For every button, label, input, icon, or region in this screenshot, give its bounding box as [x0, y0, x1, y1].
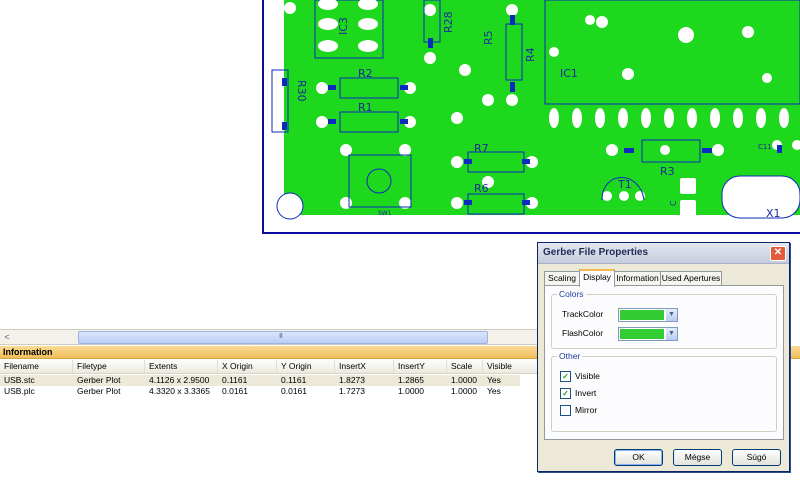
table-header-row: Filename Filetype Extents X Origin Y Ori… — [0, 360, 540, 374]
tab-display[interactable]: Display — [579, 269, 615, 287]
label-sw1: SW1 — [378, 210, 392, 217]
invert-label: Invert — [575, 388, 597, 398]
col-insert-y[interactable]: InsertY — [394, 360, 447, 373]
label-r7: R7 — [474, 142, 489, 155]
cell-insert-y: 1.2865 — [398, 375, 424, 385]
close-icon[interactable]: ✕ — [770, 246, 786, 261]
table-row[interactable]: USB.plc Gerber Plot 4.3320 x 3.3365 0.01… — [0, 386, 520, 397]
track-color-select[interactable]: ▼ — [618, 308, 678, 322]
help-button[interactable]: Súgó — [732, 449, 781, 466]
label-r28: R28 — [442, 11, 455, 33]
cell-x-origin: 0.0161 — [222, 386, 248, 396]
label-r4: R4 — [524, 47, 537, 62]
mirror-label: Mirror — [575, 405, 598, 415]
label-c: C — [669, 200, 678, 206]
cell-insert-x: 1.8273 — [339, 375, 365, 385]
label-r3: R3 — [660, 165, 675, 178]
col-extents[interactable]: Extents — [145, 360, 218, 373]
chevron-down-icon[interactable]: ▼ — [666, 328, 677, 340]
col-y-origin[interactable]: Y Origin — [277, 360, 335, 373]
cell-extents: 4.1126 x 2.9500 — [149, 375, 210, 385]
label-x1: X1 — [766, 207, 781, 220]
col-insert-x[interactable]: InsertX — [335, 360, 394, 373]
flash-color-label: FlashColor — [562, 328, 604, 338]
mirror-checkbox[interactable] — [560, 405, 571, 416]
cell-y-origin: 0.1161 — [281, 375, 307, 385]
colors-group: Colors TrackColor ▼ FlashColor ▼ — [551, 289, 777, 349]
cell-y-origin: 0.0161 — [281, 386, 307, 396]
cell-filename: USB.stc — [4, 375, 35, 385]
cancel-button[interactable]: Mégse — [673, 449, 722, 466]
label-ic1: IC1 — [560, 67, 578, 80]
pcb-canvas[interactable]: IC3 R28 R5 R4 IC1 R30 R2 R1 R7 R6 R3 T1 … — [262, 0, 800, 236]
label-r5: R5 — [482, 30, 495, 45]
label-r30: R30 — [295, 80, 308, 102]
pcb-drawing: IC3 R28 R5 R4 IC1 R30 R2 R1 R7 R6 R3 T1 … — [262, 0, 800, 234]
label-r1: R1 — [358, 101, 373, 114]
col-visible[interactable]: Visible — [483, 360, 540, 373]
col-filename[interactable]: Filename — [0, 360, 73, 373]
display-tab-panel: Colors TrackColor ▼ FlashColor ▼ Other ✓… — [544, 285, 784, 440]
cell-scale: 1.0000 — [451, 375, 477, 385]
visible-label: Visible — [575, 371, 600, 381]
cell-filetype: Gerber Plot — [77, 375, 121, 385]
tab-scaling[interactable]: Scaling — [544, 271, 580, 285]
track-color-label: TrackColor — [562, 309, 604, 319]
cell-insert-y: 1.0000 — [398, 386, 424, 396]
gerber-file-properties-dialog: Gerber File Properties ✕ Scaling Display… — [537, 242, 790, 472]
label-ic3: IC3 — [337, 17, 350, 35]
other-group: Other ✓ Visible ✓ Invert Mirror — [551, 351, 777, 432]
colors-group-label: Colors — [557, 289, 586, 299]
tab-information[interactable]: Information — [614, 271, 661, 285]
cell-insert-x: 1.7273 — [339, 386, 365, 396]
chevron-down-icon[interactable]: ▼ — [666, 309, 677, 321]
label-r2: R2 — [358, 67, 373, 80]
tab-used-apertures[interactable]: Used Apertures — [660, 271, 722, 285]
scroll-left-arrow[interactable]: < — [0, 330, 14, 344]
cell-filename: USB.plc — [4, 386, 35, 396]
table-row[interactable]: USB.stc Gerber Plot 4.1126 x 2.9500 0.11… — [0, 375, 520, 386]
cell-extents: 4.3320 x 3.3365 — [149, 386, 210, 396]
label-c11: C11 — [758, 143, 772, 151]
label-r6: R6 — [474, 182, 489, 195]
cell-filetype: Gerber Plot — [77, 386, 121, 396]
label-t1: T1 — [617, 178, 632, 191]
ok-button[interactable]: OK — [614, 449, 663, 466]
visible-checkbox[interactable]: ✓ — [560, 371, 571, 382]
dialog-title: Gerber File Properties — [543, 247, 649, 258]
invert-checkbox[interactable]: ✓ — [560, 388, 571, 399]
flash-color-select[interactable]: ▼ — [618, 327, 678, 341]
dialog-titlebar[interactable]: Gerber File Properties ✕ — [538, 243, 789, 264]
cell-scale: 1.0000 — [451, 386, 477, 396]
cell-x-origin: 0.1161 — [222, 375, 248, 385]
scrollbar-grip-icon: III — [279, 333, 283, 340]
track-color-swatch — [620, 310, 664, 320]
scrollbar-thumb[interactable]: III — [78, 331, 488, 344]
col-filetype[interactable]: Filetype — [73, 360, 145, 373]
horizontal-scrollbar[interactable]: < III — [0, 329, 540, 345]
other-group-label: Other — [557, 351, 583, 361]
cell-visible: Yes — [487, 375, 501, 385]
col-scale[interactable]: Scale — [447, 360, 483, 373]
flash-color-swatch — [620, 329, 664, 339]
cell-visible: Yes — [487, 386, 501, 396]
col-x-origin[interactable]: X Origin — [218, 360, 277, 373]
